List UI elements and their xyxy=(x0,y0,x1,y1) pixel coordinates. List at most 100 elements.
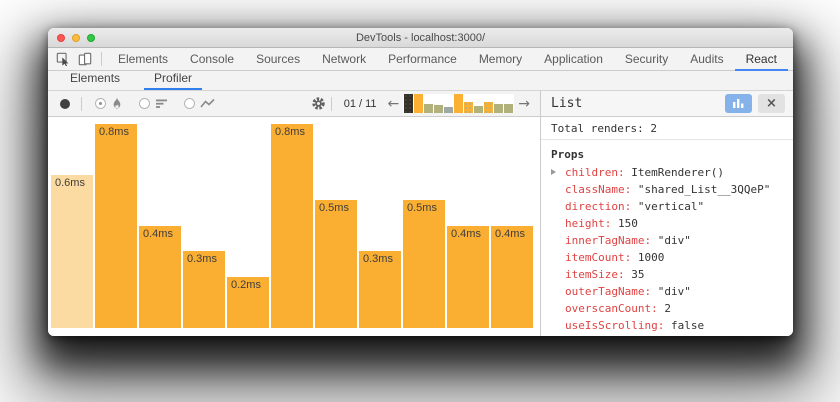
render-bar-label: 0.3ms xyxy=(187,253,217,265)
devtools-tabbar: ElementsConsoleSourcesNetworkPerformance… xyxy=(48,48,793,71)
render-bar-1[interactable]: 0.6ms xyxy=(51,175,93,328)
inspect-element-icon[interactable] xyxy=(56,52,70,66)
render-bar-label: 0.5ms xyxy=(319,202,349,214)
tab-sources[interactable]: Sources xyxy=(245,48,311,71)
minimap-bar-1[interactable] xyxy=(404,94,413,113)
component-panel: List × Total renders: 2 Props children: … xyxy=(540,91,793,336)
tab-elements[interactable]: Elements xyxy=(107,48,179,71)
minimap-bar-10[interactable] xyxy=(494,104,503,113)
minimap-bar-4[interactable] xyxy=(434,105,443,113)
render-bar-9[interactable]: 0.5ms xyxy=(403,200,445,328)
minimap-bar-8[interactable] xyxy=(474,106,483,113)
render-bar-2[interactable]: 0.8ms xyxy=(95,124,137,328)
prop-value: "div" xyxy=(658,285,691,298)
prop-key: children: xyxy=(565,166,631,179)
next-snapshot-arrow[interactable]: → xyxy=(514,96,534,112)
close-panel-button[interactable]: × xyxy=(758,94,785,113)
tab-audits[interactable]: Audits xyxy=(679,48,734,71)
snapshot-minimap xyxy=(403,94,514,113)
tab-performance[interactable]: Performance xyxy=(377,48,468,71)
minimap-bar-6[interactable] xyxy=(454,94,463,113)
render-bar-6[interactable]: 0.8ms xyxy=(271,124,313,328)
prop-key: itemCount: xyxy=(565,251,638,264)
prop-value: 1000 xyxy=(638,251,665,264)
minimize-window-button[interactable] xyxy=(72,34,80,42)
prop-key: height: xyxy=(565,217,618,230)
prop-key: overscanCount: xyxy=(565,302,664,315)
profiler-toolbar: 01 / 11 ← → xyxy=(48,91,540,117)
toolbar-separator xyxy=(101,52,102,66)
render-bar-5[interactable]: 0.2ms xyxy=(227,277,269,328)
subtab-elements[interactable]: Elements xyxy=(60,69,130,90)
close-window-button[interactable] xyxy=(57,34,65,42)
prop-row-className: className: "shared_List__3QQeP" xyxy=(541,181,793,198)
prop-value: false xyxy=(671,319,704,332)
render-bar-3[interactable]: 0.4ms xyxy=(139,226,181,328)
prev-snapshot-arrow[interactable]: ← xyxy=(384,96,404,112)
device-toolbar-icon[interactable] xyxy=(78,52,92,66)
prop-row-children: children: ItemRenderer() xyxy=(541,164,793,181)
prop-value: ItemRenderer() xyxy=(631,166,724,179)
view-interactions-option[interactable] xyxy=(184,98,215,109)
render-bar-7[interactable]: 0.5ms xyxy=(315,200,357,328)
prop-key: direction: xyxy=(565,200,638,213)
minimap-bar-7[interactable] xyxy=(464,102,473,113)
render-bar-11[interactable]: 0.4ms xyxy=(491,226,533,328)
render-bar-label: 0.2ms xyxy=(231,279,261,291)
view-flamegraph-option[interactable] xyxy=(95,97,123,110)
record-button[interactable] xyxy=(60,99,70,109)
prop-value: "vertical" xyxy=(638,200,704,213)
tab-memory[interactable]: Memory xyxy=(468,48,533,71)
devtools-window: DevTools - localhost:3000/ ElementsConso… xyxy=(48,28,793,336)
prop-value: 2 xyxy=(664,302,671,315)
tab-console[interactable]: Console xyxy=(179,48,245,71)
view-renders-button[interactable] xyxy=(725,94,752,113)
prop-value: "div" xyxy=(658,234,691,247)
render-bar-label: 0.8ms xyxy=(99,126,129,138)
tab-network[interactable]: Network xyxy=(311,48,377,71)
prop-key: useIsScrolling: xyxy=(565,319,671,332)
minimap-bar-2[interactable] xyxy=(414,94,423,113)
traffic-lights xyxy=(57,34,95,42)
ranked-radio[interactable] xyxy=(139,98,150,109)
prop-row-itemSize: itemSize: 35 xyxy=(541,266,793,283)
zoom-window-button[interactable] xyxy=(87,34,95,42)
prop-row-innerTagName: innerTagName: "div" xyxy=(541,232,793,249)
tab-react[interactable]: React xyxy=(735,48,788,71)
total-renders: Total renders: 2 xyxy=(541,117,793,140)
prop-key: outerTagName: xyxy=(565,285,658,298)
minimap-bar-5[interactable] xyxy=(444,107,453,113)
prop-row-itemCount: itemCount: 1000 xyxy=(541,249,793,266)
bar-chart-icon xyxy=(732,98,745,109)
prop-row-height: height: 150 xyxy=(541,215,793,232)
render-bar-4[interactable]: 0.3ms xyxy=(183,251,225,328)
minimap-bar-11[interactable] xyxy=(504,104,513,113)
window-titlebar: DevTools - localhost:3000/ xyxy=(48,28,793,48)
minimap-bar-3[interactable] xyxy=(424,104,433,113)
prop-value: 35 xyxy=(631,268,644,281)
tab-security[interactable]: Security xyxy=(614,48,679,71)
tab-application[interactable]: Application xyxy=(533,48,614,71)
prop-key: itemSize: xyxy=(565,268,631,281)
component-panel-header: List × xyxy=(541,91,793,117)
prop-value: "shared_List__3QQeP" xyxy=(638,183,770,196)
render-bar-8[interactable]: 0.3ms xyxy=(359,251,401,328)
view-ranked-option[interactable] xyxy=(139,98,168,109)
prop-row-outerTagName: outerTagName: "div" xyxy=(541,283,793,300)
flame-icon xyxy=(111,97,123,110)
props-list: children: ItemRenderer()className: "shar… xyxy=(541,164,793,336)
render-bar-label: 0.3ms xyxy=(363,253,393,265)
subtab-profiler[interactable]: Profiler xyxy=(144,69,202,90)
selected-component-name: List xyxy=(551,96,719,111)
render-bar-label: 0.8ms xyxy=(275,126,305,138)
react-subtabs: Elements Profiler xyxy=(48,71,793,91)
desktop-background: DevTools - localhost:3000/ ElementsConso… xyxy=(0,0,840,402)
profiler-settings-icon[interactable] xyxy=(311,96,326,111)
flamegraph-chart: 0.6ms 0.8ms 0.4ms 0.3ms 0.2ms 0.8ms 0.5ms 0.3ms… xyxy=(48,117,540,336)
render-bar-10[interactable]: 0.4ms xyxy=(447,226,489,328)
expand-arrow-icon[interactable] xyxy=(551,169,556,175)
render-bar-label: 0.6ms xyxy=(55,177,85,189)
flamegraph-radio[interactable] xyxy=(95,98,106,109)
interactions-radio[interactable] xyxy=(184,98,195,109)
minimap-bar-9[interactable] xyxy=(484,102,493,113)
